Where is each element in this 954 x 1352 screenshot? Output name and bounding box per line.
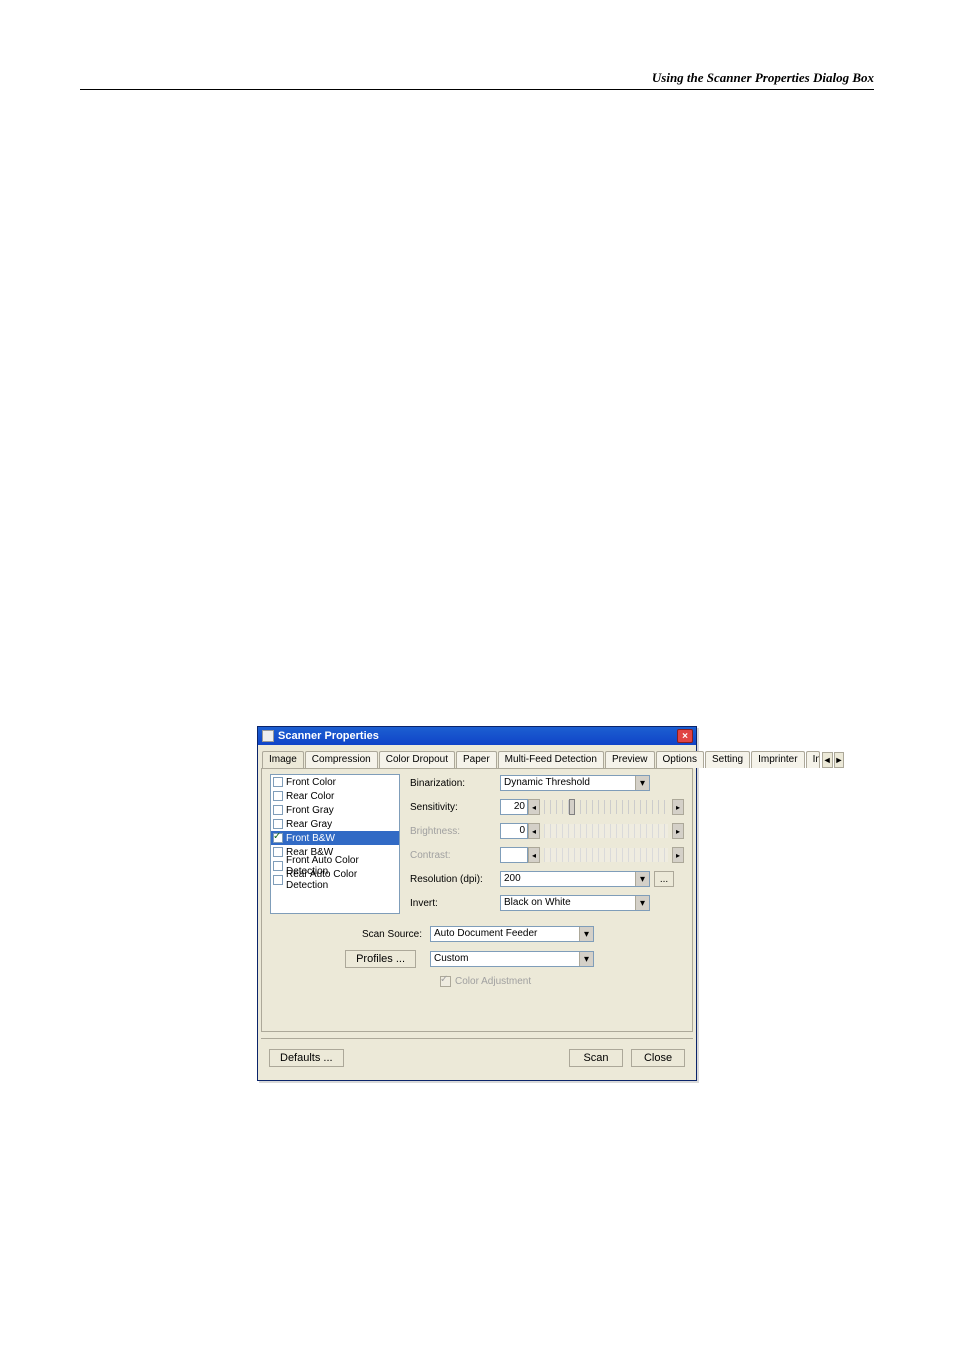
- contrast-value: [500, 847, 528, 863]
- dialog-footer: Defaults ... Scan Close: [261, 1038, 693, 1077]
- list-item[interactable]: Rear Color: [271, 789, 399, 803]
- color-adjustment-label: Color Adjustment: [455, 976, 531, 987]
- checkbox-icon[interactable]: [273, 833, 283, 843]
- sensitivity-slider[interactable]: [544, 800, 668, 814]
- page-header: Using the Scanner Properties Dialog Box: [80, 64, 874, 90]
- brightness-label: Brightness:: [410, 826, 500, 837]
- header-text: Using the Scanner Properties Dialog Box: [652, 70, 874, 86]
- chevron-down-icon[interactable]: ▾: [635, 872, 649, 886]
- resolution-combo[interactable]: 200 ▾: [500, 871, 650, 887]
- list-item-label: Rear Gray: [286, 819, 332, 830]
- checkbox-icon[interactable]: [273, 777, 283, 787]
- tab-setting[interactable]: Setting: [705, 751, 750, 768]
- resolution-more-button[interactable]: ...: [654, 871, 674, 887]
- chevron-down-icon[interactable]: ▾: [635, 896, 649, 910]
- scanner-properties-dialog: Scanner Properties × Image Compression C…: [257, 726, 697, 1081]
- combo-value: Black on White: [501, 896, 635, 910]
- list-item[interactable]: Rear Gray: [271, 817, 399, 831]
- sensitivity-value[interactable]: 20: [500, 799, 528, 815]
- binarization-label: Binarization:: [410, 778, 500, 789]
- tab-options[interactable]: Options: [656, 751, 704, 768]
- tab-information[interactable]: Information: [806, 751, 820, 768]
- profiles-combo[interactable]: Custom ▾: [430, 951, 594, 967]
- scan-source-label: Scan Source:: [270, 929, 430, 940]
- list-item-label: Rear Color: [286, 791, 334, 802]
- image-selection-list[interactable]: Front Color Rear Color Front Gray Rear G…: [270, 774, 400, 914]
- brightness-slider: [544, 824, 668, 838]
- invert-label: Invert:: [410, 898, 500, 909]
- tab-strip: Image Compression Color Dropout Paper Mu…: [258, 745, 696, 768]
- list-item-label: Front Gray: [286, 805, 334, 816]
- defaults-button[interactable]: Defaults ...: [269, 1049, 344, 1067]
- combo-value: Dynamic Threshold: [501, 776, 635, 790]
- chevron-right-icon: ►: [835, 755, 844, 765]
- invert-combo[interactable]: Black on White ▾: [500, 895, 650, 911]
- sensitivity-label: Sensitivity:: [410, 802, 500, 813]
- tab-color-dropout[interactable]: Color Dropout: [379, 751, 455, 768]
- tab-multifeed[interactable]: Multi-Feed Detection: [498, 751, 604, 768]
- dialog-wrap: Scanner Properties × Image Compression C…: [80, 726, 874, 1081]
- list-item[interactable]: Front Gray: [271, 803, 399, 817]
- list-item[interactable]: Front B&W: [271, 831, 399, 845]
- tab-image[interactable]: Image: [262, 751, 304, 769]
- checkbox-icon: [440, 976, 451, 987]
- spin-left-icon: ◂: [528, 823, 540, 839]
- list-item-label: Front B&W: [286, 833, 335, 844]
- slider-thumb[interactable]: [569, 799, 575, 815]
- tab-imprinter[interactable]: Imprinter: [751, 751, 804, 768]
- scan-source-combo[interactable]: Auto Document Feeder ▾: [430, 926, 594, 942]
- color-adjustment-checkbox: Color Adjustment: [440, 976, 684, 987]
- close-button[interactable]: Close: [631, 1049, 685, 1067]
- tab-scroll-left[interactable]: ◄: [822, 752, 833, 768]
- combo-value: Custom: [431, 952, 579, 966]
- spin-right-icon[interactable]: ▸: [672, 799, 684, 815]
- contrast-label: Contrast:: [410, 850, 500, 861]
- profiles-button[interactable]: Profiles ...: [345, 950, 416, 968]
- chevron-down-icon[interactable]: ▾: [579, 927, 593, 941]
- list-item[interactable]: Rear Auto Color Detection: [271, 873, 399, 887]
- checkbox-icon[interactable]: [273, 819, 283, 829]
- chevron-left-icon: ◄: [823, 755, 832, 765]
- resolution-label: Resolution (dpi):: [410, 874, 500, 885]
- tab-paper[interactable]: Paper: [456, 751, 497, 768]
- tab-compression[interactable]: Compression: [305, 751, 378, 768]
- tab-scroll-right[interactable]: ►: [834, 752, 845, 768]
- tab-preview[interactable]: Preview: [605, 751, 655, 768]
- combo-value: 200: [501, 872, 635, 886]
- checkbox-icon[interactable]: [273, 861, 283, 871]
- dialog-body: Front Color Rear Color Front Gray Rear G…: [261, 768, 693, 1032]
- list-item-label: Rear Auto Color Detection: [286, 869, 397, 891]
- window-title: Scanner Properties: [278, 730, 677, 742]
- list-item-label: Front Color: [286, 777, 336, 788]
- app-icon: [262, 730, 274, 742]
- contrast-slider: [544, 848, 668, 862]
- profiles-area: Profiles ...: [270, 950, 430, 968]
- chevron-down-icon[interactable]: ▾: [635, 776, 649, 790]
- combo-value: Auto Document Feeder: [431, 927, 579, 941]
- list-item[interactable]: Front Color: [271, 775, 399, 789]
- brightness-value: 0: [500, 823, 528, 839]
- scan-button[interactable]: Scan: [569, 1049, 623, 1067]
- chevron-down-icon[interactable]: ▾: [579, 952, 593, 966]
- spin-right-icon: ▸: [672, 847, 684, 863]
- checkbox-icon[interactable]: [273, 875, 283, 885]
- checkbox-icon[interactable]: [273, 805, 283, 815]
- spin-left-icon[interactable]: ◂: [528, 799, 540, 815]
- close-icon[interactable]: ×: [677, 729, 693, 743]
- checkbox-icon[interactable]: [273, 791, 283, 801]
- binarization-combo[interactable]: Dynamic Threshold ▾: [500, 775, 650, 791]
- checkbox-icon[interactable]: [273, 847, 283, 857]
- spin-left-icon: ◂: [528, 847, 540, 863]
- spin-right-icon: ▸: [672, 823, 684, 839]
- titlebar[interactable]: Scanner Properties ×: [258, 727, 696, 745]
